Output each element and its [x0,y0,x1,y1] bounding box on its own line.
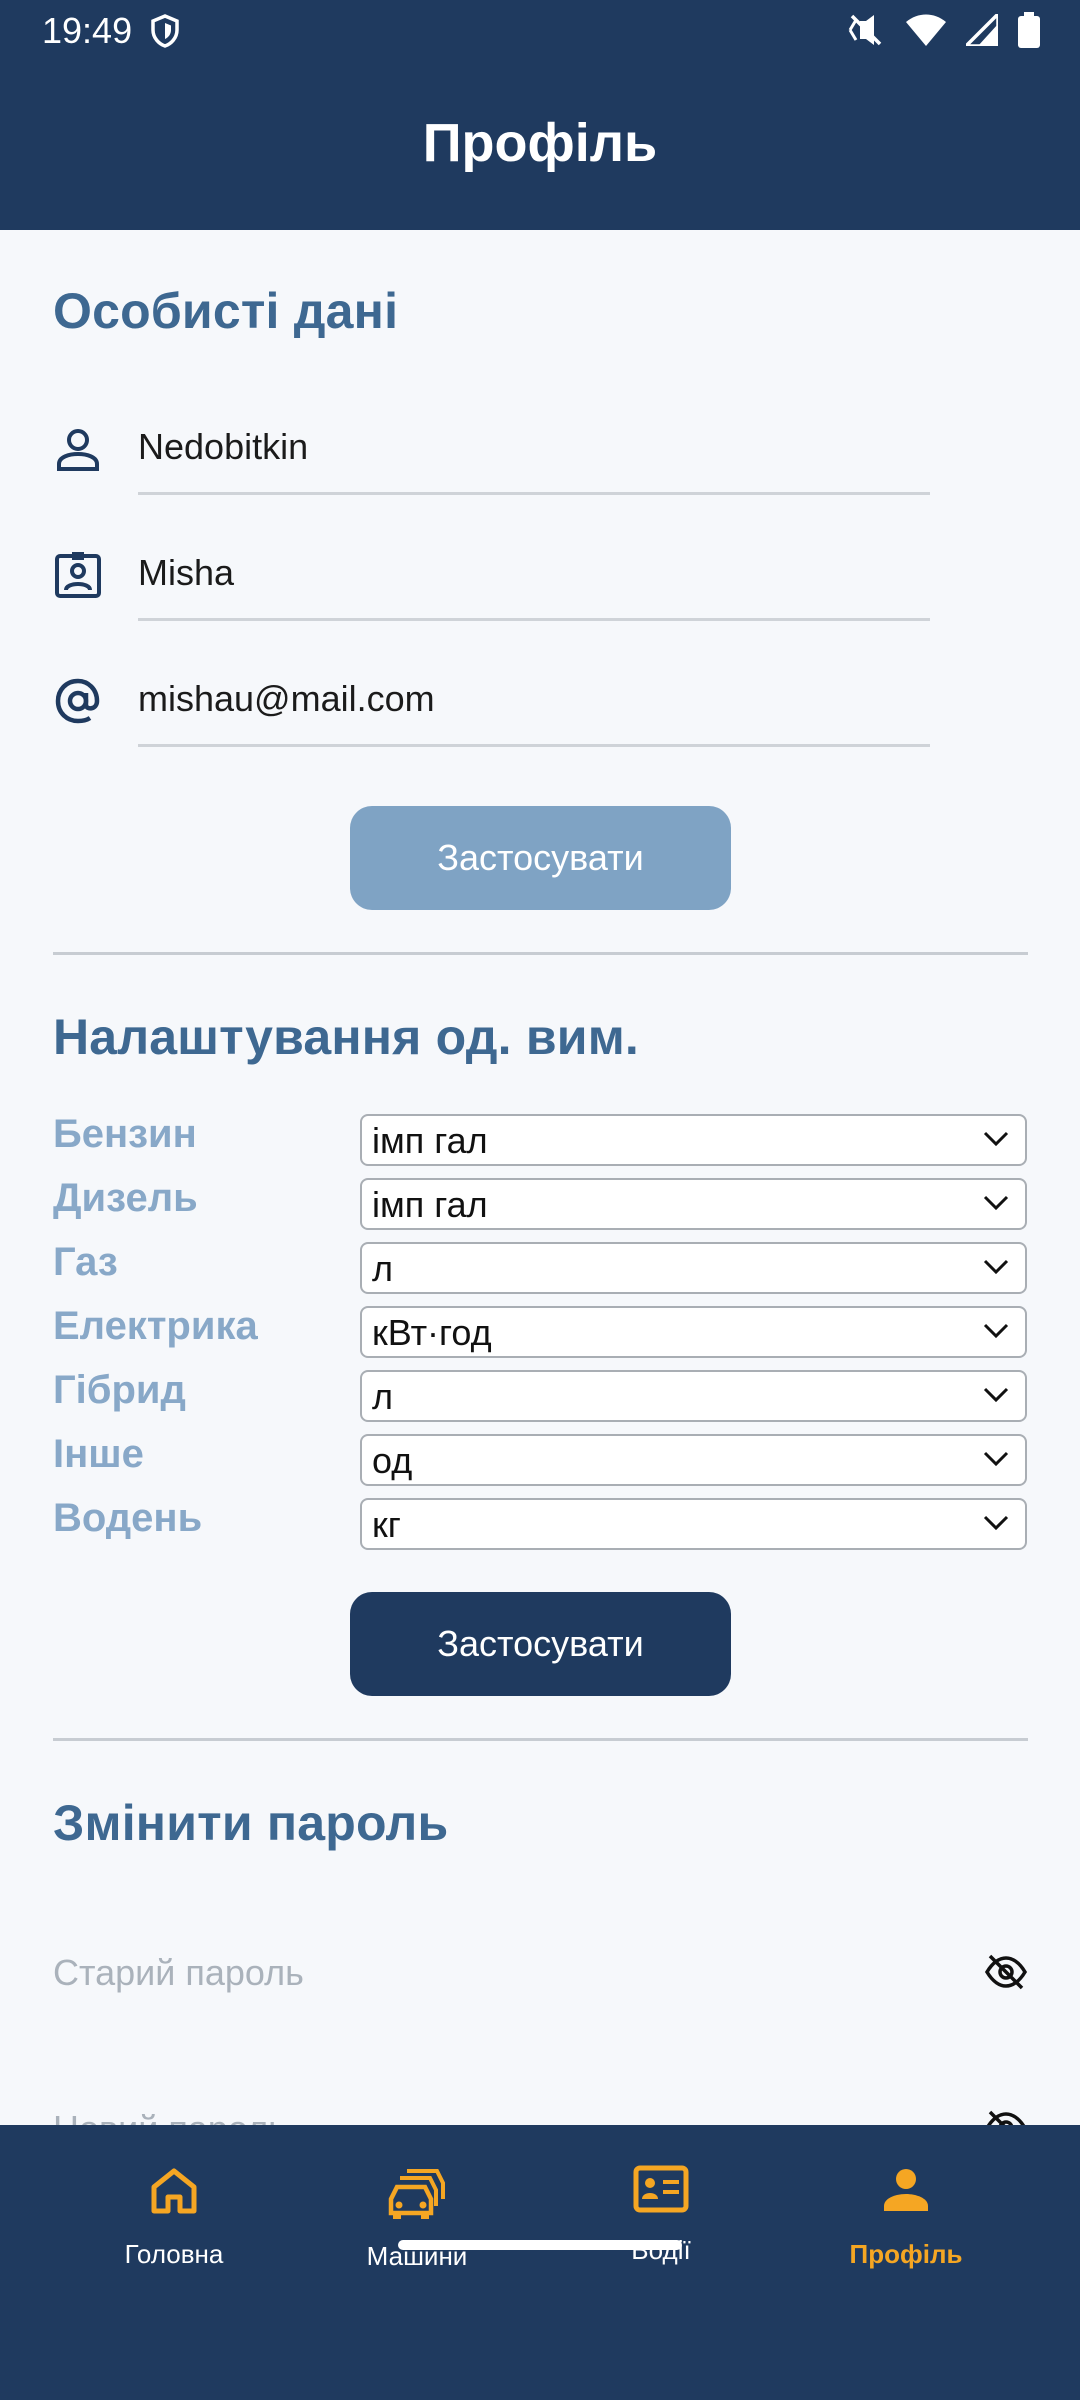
unit-label-electric: Електрика [53,1304,258,1348]
unit-label-petrol: Бензин [53,1112,197,1156]
unit-select-diesel[interactable]: імп гал [360,1178,1027,1230]
unit-select-value: л [372,1248,394,1289]
shield-icon [151,14,179,48]
unit-select-value: од [372,1440,413,1481]
eye-off-icon[interactable] [984,1950,1028,1994]
status-time: 19:49 [42,10,133,51]
nav-label: Головна [124,2239,224,2269]
unit-label-hydrogen: Водень [53,1496,203,1540]
unit-select-petrol[interactable]: імп гал [360,1114,1027,1166]
unit-select-hydrogen[interactable]: кг [360,1498,1027,1550]
eye-off-icon[interactable] [984,2106,1028,2125]
unit-select-gas[interactable]: л [360,1242,1027,1294]
battery-icon [1018,12,1040,48]
unit-select-value: кг [372,1504,401,1545]
section-divider [53,952,1028,955]
signal-icon [966,14,998,46]
bottom-navigation: Головна Машини Водії Профіль [0,2125,1080,2400]
page-title: Профіль [422,113,658,173]
unit-select-value: імп гал [372,1120,488,1161]
nav-item-cars[interactable]: Машини [317,2165,517,2272]
chevron-down-icon [983,1323,1009,1339]
section-divider [53,1738,1028,1741]
chevron-down-icon [983,1131,1009,1147]
badge-icon [55,552,101,598]
change-password-title: Змінити пароль [53,1795,449,1851]
chevron-down-icon [983,1515,1009,1531]
top-app-bar: 19:49 Профіль [0,0,1080,230]
units-settings-title: Налаштування од. вим. [53,1009,640,1065]
nav-item-drivers[interactable]: Водії [561,2165,761,2266]
chevron-down-icon [983,1387,1009,1403]
vibrate-off-icon [848,14,882,46]
unit-select-electric[interactable]: кВт·год [360,1306,1027,1358]
chevron-down-icon [983,1451,1009,1467]
person-icon [884,2169,928,2211]
unit-select-value: кВт·год [372,1312,492,1353]
wifi-icon [906,14,946,46]
unit-label-hybrid: Гібрид [53,1368,186,1412]
gesture-home-bar[interactable] [398,2240,682,2250]
first-name-underline [138,618,930,621]
cars-icon [388,2169,445,2219]
last-name-field[interactable]: Nedobitkin [138,426,308,468]
unit-select-hybrid[interactable]: л [360,1370,1027,1422]
profile-content[interactable]: Особисті дані Nedobitkin Misha mishau@ma… [0,230,1080,2125]
unit-select-value: л [372,1376,394,1417]
nav-item-home[interactable]: Головна [74,2165,274,2270]
home-icon [151,2168,197,2214]
first-name-field[interactable]: Misha [138,552,234,594]
unit-label-diesel: Дизель [53,1176,198,1220]
nav-item-profile[interactable]: Профіль [806,2165,1006,2270]
unit-select-value: імп гал [372,1184,488,1225]
last-name-underline [138,492,930,495]
at-sign-icon [55,678,100,724]
chevron-down-icon [983,1259,1009,1275]
personal-data-title: Особисті дані [53,283,399,339]
email-field[interactable]: mishau@mail.com [138,678,435,720]
status-icons [846,12,1040,48]
apply-units-button[interactable]: Застосувати [350,1592,731,1696]
person-outline-icon [57,429,99,471]
old-password-field[interactable]: Старий пароль [53,1952,304,1994]
email-underline [138,744,930,747]
new-password-field[interactable]: Новий пароль [53,2108,287,2125]
unit-select-other[interactable]: од [360,1434,1027,1486]
chevron-down-icon [983,1195,1009,1211]
nav-label: Профіль [849,2239,963,2269]
apply-personal-button[interactable]: Застосувати [350,806,731,910]
unit-label-other: Інше [53,1432,144,1476]
driver-card-icon [633,2165,689,2213]
unit-label-gas: Газ [53,1240,118,1284]
